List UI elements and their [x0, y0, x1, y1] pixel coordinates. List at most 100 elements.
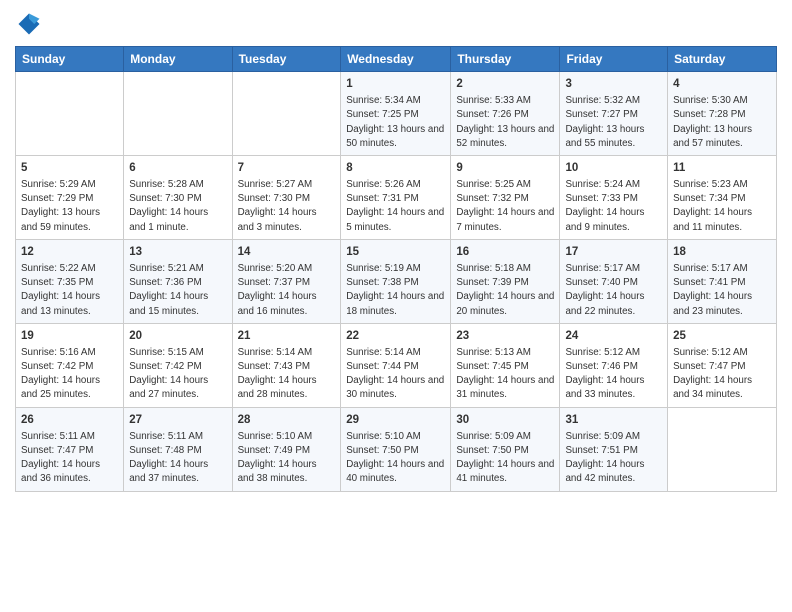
day-info: Sunrise: 5:09 AMSunset: 7:50 PMDaylight:…: [456, 430, 554, 487]
calendar-header: SundayMondayTuesdayWednesdayThursdayFrid…: [16, 47, 777, 72]
calendar-cell: 19 Sunrise: 5:16 AMSunset: 7:42 PMDayligh…: [16, 323, 124, 407]
day-info: Sunrise: 5:19 AMSunset: 7:38 PMDaylight:…: [346, 262, 445, 319]
day-number: 2: [456, 76, 554, 92]
calendar-cell: 23Sunrise: 5:13 AMSunset: 7:45 PMDayligh…: [451, 323, 560, 407]
day-number: 22: [346, 328, 445, 344]
day-number: 31: [565, 412, 662, 428]
calendar-cell: 7 Sunrise: 5:27 AMSunset: 7:30 PMDaylight…: [232, 155, 341, 239]
day-number: 10: [565, 160, 662, 176]
day-number: 26: [21, 412, 118, 428]
calendar-cell: 22 Sunrise: 5:14 AMSunset: 7:44 PMDayligh…: [341, 323, 451, 407]
calendar-cell: 26 Sunrise: 5:11 AMSunset: 7:47 PMDayligh…: [16, 407, 124, 491]
calendar-cell: 27Sunrise: 5:11 AMSunset: 7:48 PMDayligh…: [124, 407, 232, 491]
day-number: 15: [346, 244, 445, 260]
calendar-cell: 20Sunrise: 5:15 AMSunset: 7:42 PMDayligh…: [124, 323, 232, 407]
day-info: Sunrise: 5:22 AMSunset: 7:35 PMDaylight:…: [21, 262, 118, 319]
day-info: Sunrise: 5:12 AMSunset: 7:47 PMDaylight:…: [673, 346, 771, 403]
day-number: 11: [673, 160, 771, 176]
day-number: 28: [238, 412, 336, 428]
page-header: [15, 10, 777, 38]
day-number: 14: [238, 244, 336, 260]
day-info: Sunrise: 5:23 AMSunset: 7:34 PMDaylight:…: [673, 178, 771, 235]
day-info: Sunrise: 5:10 AMSunset: 7:50 PMDaylight:…: [346, 430, 445, 487]
day-info: Sunrise: 5:11 AMSunset: 7:47 PMDaylight:…: [21, 430, 118, 487]
day-number: 25: [673, 328, 771, 344]
day-info: Sunrise: 5:17 AMSunset: 7:40 PMDaylight:…: [565, 262, 662, 319]
calendar-cell: 21Sunrise: 5:14 AMSunset: 7:43 PMDayligh…: [232, 323, 341, 407]
calendar-cell: 10 Sunrise: 5:24 AMSunset: 7:33 PMDayligh…: [560, 155, 668, 239]
day-number: 7: [238, 160, 336, 176]
calendar-cell: [124, 72, 232, 156]
calendar-cell: 12 Sunrise: 5:22 AMSunset: 7:35 PMDayligh…: [16, 239, 124, 323]
day-number: 30: [456, 412, 554, 428]
day-info: Sunrise: 5:34 AMSunset: 7:25 PMDaylight:…: [346, 94, 445, 151]
day-info: Sunrise: 5:21 AMSunset: 7:36 PMDaylight:…: [129, 262, 226, 319]
week-row-2: 5 Sunrise: 5:29 AMSunset: 7:29 PMDaylight…: [16, 155, 777, 239]
calendar-cell: 6 Sunrise: 5:28 AMSunset: 7:30 PMDaylight…: [124, 155, 232, 239]
day-info: Sunrise: 5:16 AMSunset: 7:42 PMDaylight:…: [21, 346, 118, 403]
calendar-cell: 31 Sunrise: 5:09 AMSunset: 7:51 PMDayligh…: [560, 407, 668, 491]
day-info: Sunrise: 5:17 AMSunset: 7:41 PMDaylight:…: [673, 262, 771, 319]
calendar-cell: 18 Sunrise: 5:17 AMSunset: 7:41 PMDayligh…: [668, 239, 777, 323]
header-row: SundayMondayTuesdayWednesdayThursdayFrid…: [16, 47, 777, 72]
day-number: 19: [21, 328, 118, 344]
day-info: Sunrise: 5:14 AMSunset: 7:44 PMDaylight:…: [346, 346, 445, 403]
day-number: 17: [565, 244, 662, 260]
week-row-5: 26 Sunrise: 5:11 AMSunset: 7:47 PMDayligh…: [16, 407, 777, 491]
day-number: 12: [21, 244, 118, 260]
day-info: Sunrise: 5:26 AMSunset: 7:31 PMDaylight:…: [346, 178, 445, 235]
logo: [15, 10, 47, 38]
logo-icon: [15, 10, 43, 38]
calendar-body: 1 Sunrise: 5:34 AMSunset: 7:25 PMDaylight…: [16, 72, 777, 492]
header-day-monday: Monday: [124, 47, 232, 72]
calendar-cell: 11 Sunrise: 5:23 AMSunset: 7:34 PMDayligh…: [668, 155, 777, 239]
calendar-cell: 30 Sunrise: 5:09 AMSunset: 7:50 PMDayligh…: [451, 407, 560, 491]
week-row-1: 1 Sunrise: 5:34 AMSunset: 7:25 PMDaylight…: [16, 72, 777, 156]
header-day-friday: Friday: [560, 47, 668, 72]
calendar-cell: 29 Sunrise: 5:10 AMSunset: 7:50 PMDayligh…: [341, 407, 451, 491]
calendar-cell: 9Sunrise: 5:25 AMSunset: 7:32 PMDaylight…: [451, 155, 560, 239]
day-info: Sunrise: 5:11 AMSunset: 7:48 PMDaylight:…: [129, 430, 226, 487]
header-day-saturday: Saturday: [668, 47, 777, 72]
day-number: 21: [238, 328, 336, 344]
calendar-cell: 17 Sunrise: 5:17 AMSunset: 7:40 PMDayligh…: [560, 239, 668, 323]
day-number: 13: [129, 244, 226, 260]
day-info: Sunrise: 5:28 AMSunset: 7:30 PMDaylight:…: [129, 178, 226, 235]
day-number: 3: [565, 76, 662, 92]
day-number: 9: [456, 160, 554, 176]
header-day-tuesday: Tuesday: [232, 47, 341, 72]
day-info: Sunrise: 5:09 AMSunset: 7:51 PMDaylight:…: [565, 430, 662, 487]
calendar-cell: 1 Sunrise: 5:34 AMSunset: 7:25 PMDaylight…: [341, 72, 451, 156]
calendar-cell: 25 Sunrise: 5:12 AMSunset: 7:47 PMDayligh…: [668, 323, 777, 407]
calendar-cell: 13 Sunrise: 5:21 AMSunset: 7:36 PMDayligh…: [124, 239, 232, 323]
day-info: Sunrise: 5:33 AMSunset: 7:26 PMDaylight:…: [456, 94, 554, 151]
header-day-sunday: Sunday: [16, 47, 124, 72]
day-number: 20: [129, 328, 226, 344]
header-day-thursday: Thursday: [451, 47, 560, 72]
calendar-cell: 8Sunrise: 5:26 AMSunset: 7:31 PMDaylight…: [341, 155, 451, 239]
day-info: Sunrise: 5:24 AMSunset: 7:33 PMDaylight:…: [565, 178, 662, 235]
calendar-cell: 16Sunrise: 5:18 AMSunset: 7:39 PMDayligh…: [451, 239, 560, 323]
header-day-wednesday: Wednesday: [341, 47, 451, 72]
calendar-table: SundayMondayTuesdayWednesdayThursdayFrid…: [15, 46, 777, 492]
day-number: 5: [21, 160, 118, 176]
day-number: 6: [129, 160, 226, 176]
calendar-cell: 15 Sunrise: 5:19 AMSunset: 7:38 PMDayligh…: [341, 239, 451, 323]
day-info: Sunrise: 5:10 AMSunset: 7:49 PMDaylight:…: [238, 430, 336, 487]
day-number: 29: [346, 412, 445, 428]
day-info: Sunrise: 5:30 AMSunset: 7:28 PMDaylight:…: [673, 94, 771, 151]
day-number: 18: [673, 244, 771, 260]
calendar-cell: [232, 72, 341, 156]
day-number: 4: [673, 76, 771, 92]
calendar-cell: 5 Sunrise: 5:29 AMSunset: 7:29 PMDaylight…: [16, 155, 124, 239]
calendar-cell: 14Sunrise: 5:20 AMSunset: 7:37 PMDayligh…: [232, 239, 341, 323]
calendar-cell: [16, 72, 124, 156]
day-info: Sunrise: 5:29 AMSunset: 7:29 PMDaylight:…: [21, 178, 118, 235]
day-info: Sunrise: 5:27 AMSunset: 7:30 PMDaylight:…: [238, 178, 336, 235]
day-number: 24: [565, 328, 662, 344]
day-info: Sunrise: 5:32 AMSunset: 7:27 PMDaylight:…: [565, 94, 662, 151]
day-number: 1: [346, 76, 445, 92]
calendar-cell: 2 Sunrise: 5:33 AMSunset: 7:26 PMDaylight…: [451, 72, 560, 156]
calendar-cell: [668, 407, 777, 491]
calendar-cell: 4 Sunrise: 5:30 AMSunset: 7:28 PMDaylight…: [668, 72, 777, 156]
